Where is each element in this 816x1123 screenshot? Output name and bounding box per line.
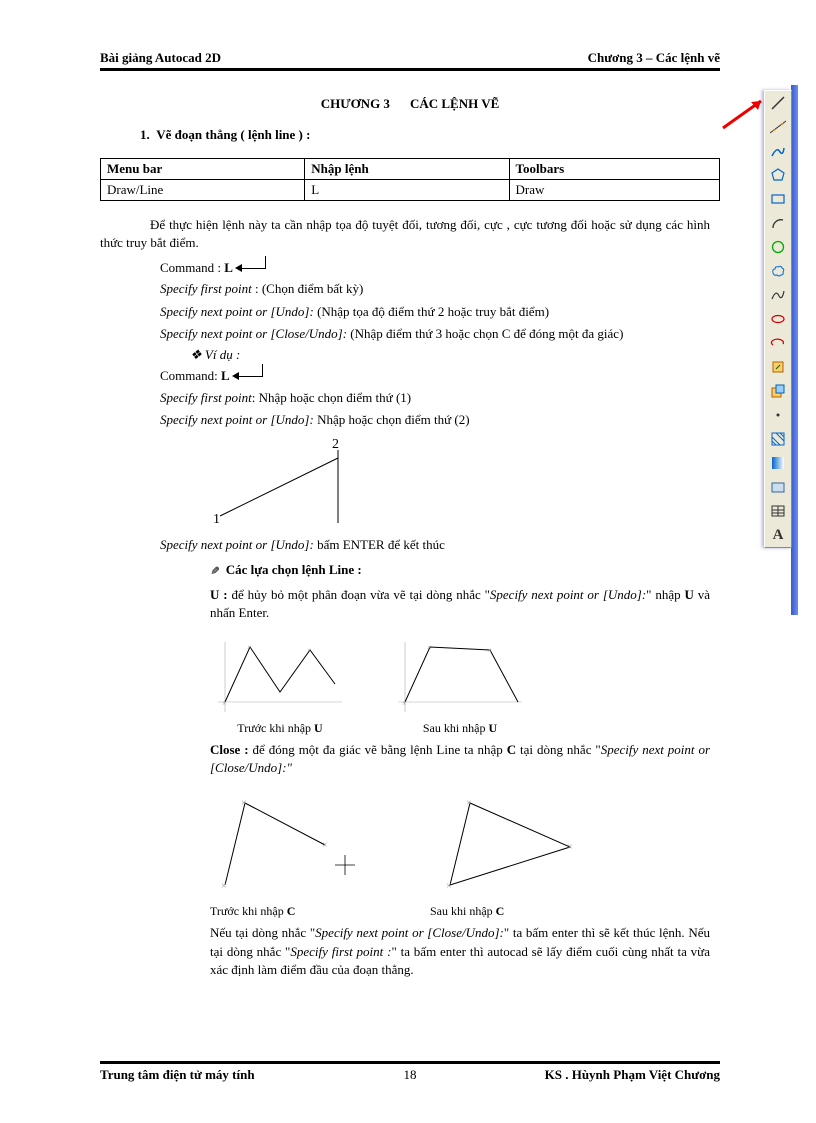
command-table: Menu bar Nhập lệnh Toolbars Draw/Line L …: [100, 158, 720, 201]
close-figures: × × × Trước khi nhập C × × × Sau khi nhậ…: [210, 785, 710, 919]
svg-text:×: ×: [241, 798, 247, 809]
intro-para: Để thực hiện lệnh này ta cần nhập tọa độ…: [100, 216, 710, 252]
header-left: Bài giảng Autocad 2D: [100, 50, 221, 66]
svg-text:×: ×: [402, 699, 407, 708]
enter-arrow-icon: [236, 262, 266, 276]
command-line-1: Command : L: [160, 260, 710, 276]
text-tool-icon[interactable]: A: [765, 523, 791, 547]
svg-text:×: ×: [322, 840, 328, 851]
arc-tool-icon[interactable]: [765, 211, 791, 235]
hatch-tool-icon[interactable]: [765, 427, 791, 451]
svg-text:×: ×: [427, 643, 432, 652]
options-header: Các lựa chọn lệnh Line :: [210, 562, 710, 578]
hand-icon: [210, 562, 219, 577]
enter-arrow-icon: [233, 370, 263, 384]
svg-text:×: ×: [222, 699, 227, 708]
page-number: 18: [404, 1067, 417, 1083]
footer-left: Trung tâm điện tử máy tính: [100, 1067, 255, 1083]
doc-header: Bài giảng Autocad 2D Chương 3 – Các lệnh…: [100, 50, 720, 71]
footer-right: KS . Hùynh Phạm Việt Chương: [545, 1067, 720, 1083]
line-tool-icon[interactable]: [765, 91, 791, 115]
point-tool-icon[interactable]: [765, 403, 791, 427]
svg-text:×: ×: [307, 646, 312, 655]
undo-option: U : để hủy bỏ một phân đoạn vừa vẽ tại d…: [210, 586, 710, 622]
chapter-title: CHƯƠNG 3CÁC LỆNH VẼ: [100, 96, 720, 112]
make-block-tool-icon[interactable]: [765, 379, 791, 403]
gradient-tool-icon[interactable]: [765, 451, 791, 475]
spline-tool-icon[interactable]: [765, 283, 791, 307]
ellipse-arc-tool-icon[interactable]: [765, 331, 791, 355]
note-para: Nếu tại dòng nhắc "Specify next point or…: [210, 924, 710, 979]
section-1-title: 1. Vẽ đoạn thẳng ( lệnh line ) :: [140, 127, 710, 143]
undo-figures: × × × Trước khi nhập U × × × Sau khi nhậ…: [210, 632, 710, 736]
svg-text:×: ×: [466, 798, 472, 809]
scrollbar-edge: [791, 85, 798, 615]
region-tool-icon[interactable]: [765, 475, 791, 499]
circle-tool-icon[interactable]: [765, 235, 791, 259]
svg-text:×: ×: [247, 643, 252, 652]
polygon-tool-icon[interactable]: [765, 163, 791, 187]
close-option: Close : để đóng một đa giác vẽ bằng lệnh…: [210, 741, 710, 777]
doc-footer: Trung tâm điện tử máy tính 18 KS . Hùynh…: [100, 1061, 720, 1083]
revcloud-tool-icon[interactable]: [765, 259, 791, 283]
header-right: Chương 3 – Các lệnh vẽ: [588, 50, 720, 66]
xline-tool-icon[interactable]: [765, 115, 791, 139]
svg-text:×: ×: [221, 881, 227, 892]
table-tool-icon[interactable]: [765, 499, 791, 523]
polyline-tool-icon[interactable]: [765, 139, 791, 163]
draw-toolbar: A: [764, 90, 792, 548]
line-diagram: 1 2: [210, 438, 380, 528]
ellipse-tool-icon[interactable]: [765, 307, 791, 331]
annotation-arrow: [721, 98, 766, 133]
svg-text:×: ×: [567, 842, 573, 853]
point-2-label: 2: [332, 438, 339, 452]
point-1-label: 1: [213, 512, 220, 527]
svg-text:×: ×: [446, 881, 452, 892]
example-label: ❖ Ví dụ :: [190, 347, 710, 363]
svg-text:×: ×: [487, 646, 492, 655]
insert-block-tool-icon[interactable]: [765, 355, 791, 379]
rectangle-tool-icon[interactable]: [765, 187, 791, 211]
command-line-2: Command: L: [160, 367, 710, 385]
